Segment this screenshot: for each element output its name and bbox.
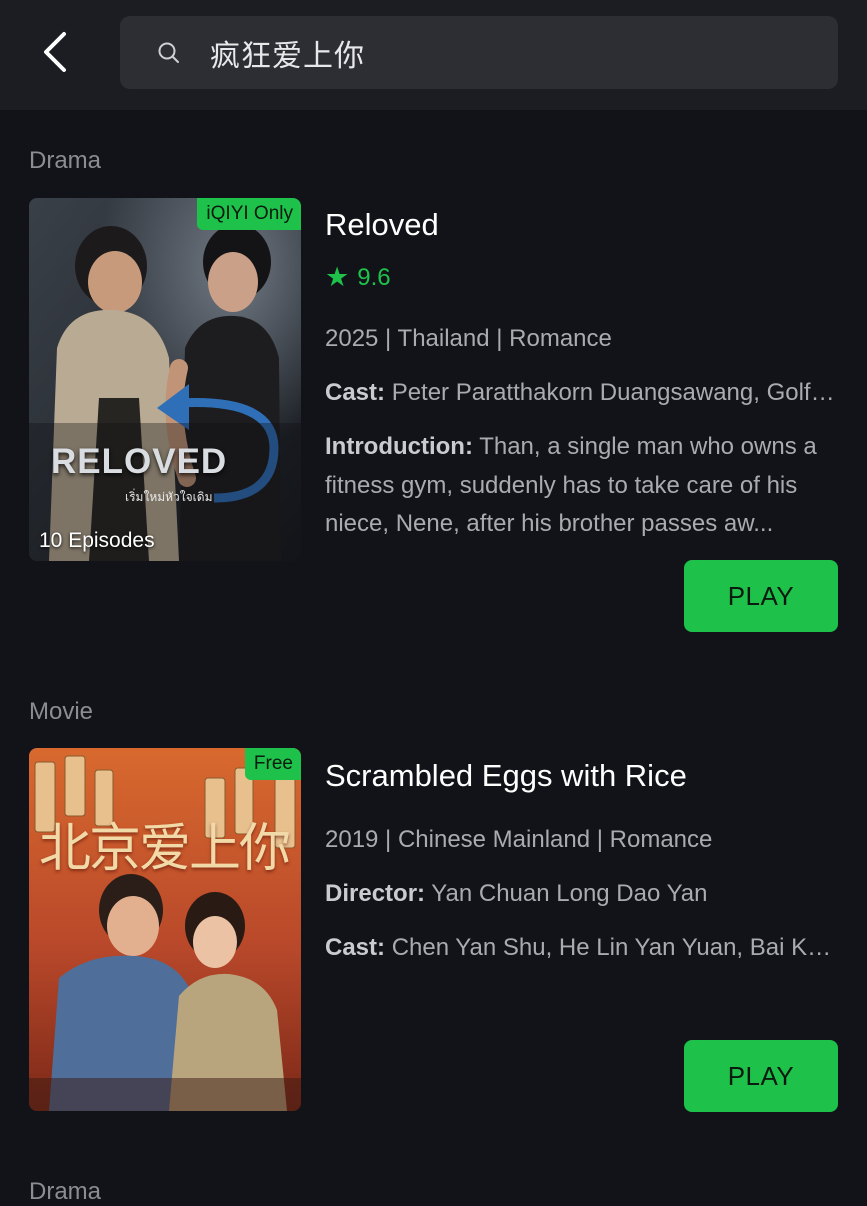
cast-label: Cast:	[325, 379, 386, 406]
episode-count: 10 Episodes	[39, 529, 155, 552]
director-label: Director:	[325, 880, 426, 907]
poster-title-text: RELOVED	[51, 442, 228, 481]
section-label-drama: Drama	[29, 1178, 102, 1205]
director-value: Yan Chuan Long Dao Yan	[431, 880, 708, 907]
cast-value: Chen Yan Shu, He Lin Yan Yuan, Bai Kaina…	[391, 934, 840, 961]
cast-label: Cast:	[325, 934, 386, 961]
cast-value: Peter Paratthakorn Duangsawang, Golf K..…	[391, 379, 840, 406]
chevron-left-icon	[44, 32, 66, 72]
result-meta: 2025 | Thailand | Romance	[325, 325, 612, 352]
result-meta: 2019 | Chinese Mainland | Romance	[325, 826, 713, 853]
introduction: Introduction: Than, a single man who own…	[325, 428, 840, 544]
poster-subtitle-text: เริ่มใหม่หัวใจเดิม	[125, 490, 213, 504]
rating: ★ 9.6	[325, 262, 391, 293]
cast-line: Cast: Peter Paratthakorn Duangsawang, Go…	[325, 379, 840, 407]
cast-line: Cast: Chen Yan Shu, He Lin Yan Yuan, Bai…	[325, 934, 840, 962]
play-button[interactable]: PLAY	[684, 1040, 838, 1112]
section-label-drama: Drama	[29, 147, 102, 174]
free-badge: Free	[244, 748, 301, 780]
rating-value: 9.6	[357, 263, 391, 291]
poster-image	[29, 748, 301, 1111]
result-title[interactable]: Reloved	[325, 207, 439, 243]
back-button[interactable]	[30, 22, 80, 82]
search-query: 疯狂爱上你	[210, 38, 365, 74]
search-icon	[156, 40, 182, 66]
intro-label: Introduction:	[325, 433, 473, 460]
exclusive-badge: iQIYI Only	[197, 198, 301, 230]
poster-title-text: 北京爱上你	[39, 819, 291, 879]
poster-reloved[interactable]: RELOVED เริ่มใหม่หัวใจเดิม iQIYI Only 10…	[29, 198, 301, 561]
play-button[interactable]: PLAY	[684, 560, 838, 632]
section-label-movie: Movie	[29, 698, 94, 725]
top-bar: 疯狂爱上你	[0, 0, 867, 110]
poster-scrambled-eggs[interactable]: 北京爱上你 Free	[29, 748, 301, 1111]
search-input[interactable]: 疯狂爱上你	[120, 16, 838, 89]
result-title[interactable]: Scrambled Eggs with Rice	[325, 758, 687, 794]
director-line: Director: Yan Chuan Long Dao Yan	[325, 880, 840, 908]
star-icon: ★	[325, 262, 350, 292]
